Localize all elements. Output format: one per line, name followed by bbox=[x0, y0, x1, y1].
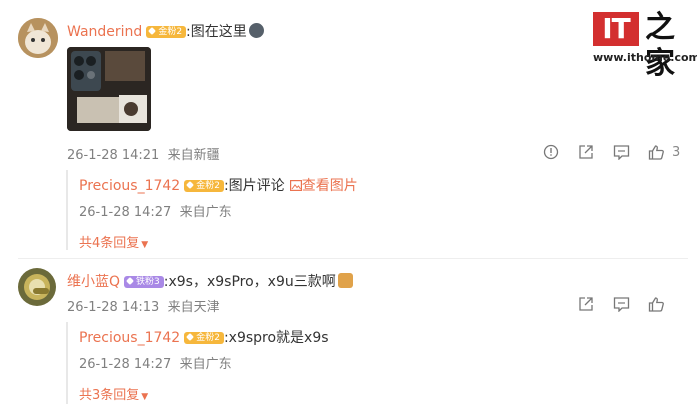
ithome-logo-char: 之家 bbox=[645, 10, 675, 81]
report-button[interactable] bbox=[543, 144, 559, 160]
like-count: 3 bbox=[672, 144, 681, 160]
reply-time: 26-1-28 14:27 bbox=[79, 357, 172, 372]
reply-location: 来自广东 bbox=[179, 205, 232, 220]
comment-time: 26-1-28 14:21 bbox=[67, 148, 160, 163]
comment-image[interactable] bbox=[67, 47, 151, 131]
comment-author[interactable]: 维小蓝Q bbox=[67, 274, 120, 290]
fan-badge: 铁粉3 bbox=[124, 275, 164, 288]
avatar[interactable] bbox=[18, 18, 58, 58]
more-replies-link[interactable]: 共4条回复 ▼ bbox=[79, 232, 148, 251]
comment-location: 来自天津 bbox=[167, 300, 220, 315]
ring-avatar-icon bbox=[18, 268, 56, 306]
ithome-logo: IT bbox=[593, 12, 639, 46]
comment-button[interactable] bbox=[613, 144, 630, 160]
share-icon bbox=[579, 297, 593, 311]
thumb-up-icon bbox=[648, 145, 664, 160]
more-replies-link[interactable]: 共3条回复 ▼ bbox=[79, 384, 148, 403]
comment-author[interactable]: Wanderind bbox=[67, 24, 142, 40]
share-button[interactable] bbox=[578, 144, 594, 160]
cat-avatar-icon bbox=[18, 18, 58, 58]
fan-badge: 金粉2 bbox=[184, 331, 224, 344]
comment-text: :x9s，x9sPro，x9u三款啊 bbox=[163, 274, 336, 290]
reply-location: 来自广东 bbox=[179, 357, 232, 372]
ithome-url: www.ithome.com bbox=[593, 51, 697, 64]
share-icon bbox=[579, 145, 593, 159]
comment-icon bbox=[613, 145, 630, 160]
image-icon bbox=[289, 180, 302, 192]
comment-divider bbox=[18, 258, 688, 259]
thumb-up-icon bbox=[648, 297, 664, 312]
view-image-link[interactable]: 查看图片 bbox=[289, 178, 358, 194]
emoji-icon bbox=[248, 23, 264, 38]
avatar[interactable] bbox=[18, 268, 56, 306]
share-button[interactable] bbox=[578, 296, 594, 312]
reply-author[interactable]: Precious_1742 bbox=[79, 178, 180, 194]
reply-divider bbox=[66, 170, 68, 250]
warning-icon bbox=[543, 144, 559, 160]
comment-button[interactable] bbox=[613, 296, 630, 312]
reply-text: :图片评论 bbox=[223, 178, 285, 194]
reply-divider bbox=[66, 322, 68, 404]
reply-time: 26-1-28 14:27 bbox=[79, 205, 172, 220]
photo-icon bbox=[67, 47, 151, 131]
reply-author[interactable]: Precious_1742 bbox=[79, 330, 180, 346]
fan-badge: 金粉2 bbox=[146, 25, 187, 38]
comment-time: 26-1-28 14:13 bbox=[67, 300, 160, 315]
comment-location: 来自新疆 bbox=[167, 148, 220, 163]
like-button[interactable]: 3 bbox=[648, 144, 680, 160]
emoji-icon bbox=[337, 273, 353, 288]
reply-text: :x9spro就是x9s bbox=[223, 330, 329, 346]
comment-text: :图在这里 bbox=[186, 24, 247, 40]
like-button[interactable] bbox=[648, 296, 664, 312]
caret-down-icon: ▼ bbox=[141, 392, 149, 402]
comment-icon bbox=[613, 297, 630, 312]
caret-down-icon: ▼ bbox=[141, 240, 149, 250]
fan-badge: 金粉2 bbox=[184, 179, 224, 192]
